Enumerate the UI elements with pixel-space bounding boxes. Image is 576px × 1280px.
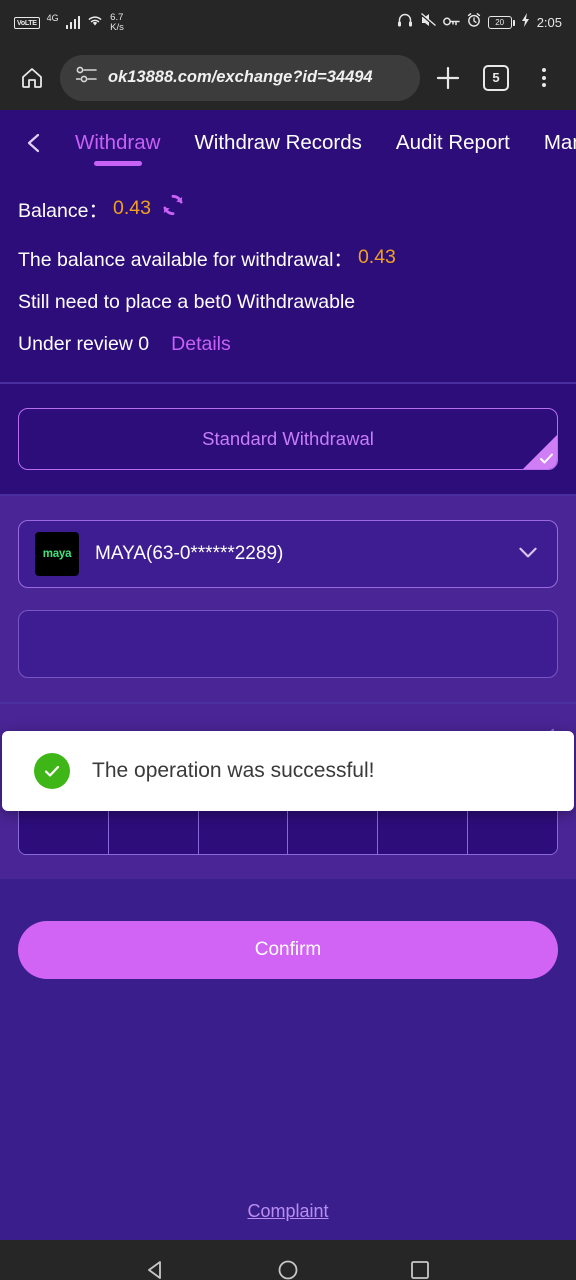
battery-level-label: 20	[487, 16, 512, 29]
available-balance-label: The balance available for withdrawal：	[18, 249, 353, 271]
details-link[interactable]: Details	[171, 333, 231, 356]
data-speed-indicator: 6.7 K/s	[110, 12, 124, 33]
maya-logo-icon: maya	[35, 532, 79, 576]
chevron-down-icon[interactable]	[515, 539, 541, 570]
under-review-label: Under review 0	[18, 333, 150, 355]
available-balance-value: 0.43	[357, 246, 396, 268]
back-chevron-icon[interactable]	[10, 131, 58, 155]
page-tabs: Withdraw Withdraw Records Audit Report M…	[0, 110, 576, 176]
vpn-key-icon	[442, 14, 460, 32]
headphones-icon	[397, 13, 413, 32]
check-icon	[523, 435, 557, 469]
refresh-icon[interactable]	[160, 192, 186, 224]
url-text[interactable]: ok13888.com/exchange?id=34494	[108, 68, 373, 87]
back-triangle-icon[interactable]	[144, 1258, 168, 1280]
tab-count-label: 5	[483, 64, 509, 91]
network-type-label: 4G	[46, 12, 59, 23]
confirm-button[interactable]: Confirm	[18, 921, 558, 979]
balance-row: Balance： 0.43	[18, 192, 558, 224]
tab-audit-report[interactable]: Audit Report	[379, 110, 527, 176]
account-selector[interactable]: maya MAYA(63-0******2289)	[18, 520, 558, 588]
home-icon[interactable]	[12, 58, 52, 98]
volte-badge: VoLTE	[14, 16, 40, 29]
page-content: Withdraw Withdraw Records Audit Report M…	[0, 110, 576, 1240]
plus-icon[interactable]	[428, 58, 468, 98]
tab-counter-button[interactable]: 5	[476, 58, 516, 98]
site-settings-icon[interactable]	[75, 65, 98, 90]
success-check-icon	[34, 753, 70, 789]
wifi-icon	[87, 14, 103, 32]
standard-withdrawal-card[interactable]: Standard Withdrawal	[18, 408, 558, 470]
amount-input-field[interactable]	[18, 610, 558, 678]
success-toast: The operation was successful!	[2, 731, 574, 811]
status-bar-clock: 2:05	[536, 15, 562, 30]
complaint-link[interactable]: Complaint	[247, 1201, 328, 1221]
footer: Complaint	[0, 1201, 576, 1222]
tab-manage[interactable]: Man	[527, 110, 576, 176]
alarm-clock-icon	[467, 13, 481, 32]
account-section: maya MAYA(63-0******2289)	[0, 496, 576, 702]
available-balance-row: The balance available for withdrawal： 0.…	[18, 243, 558, 272]
withdrawal-type-section: Standard Withdrawal	[0, 384, 576, 494]
standard-withdrawal-label: Standard Withdrawal	[202, 428, 374, 449]
tab-withdraw[interactable]: Withdraw	[58, 110, 177, 176]
kebab-menu-icon[interactable]	[524, 58, 564, 98]
balance-value: 0.43	[112, 196, 151, 219]
data-speed-unit: K/s	[110, 21, 124, 33]
battery-icon: 20	[487, 16, 515, 29]
status-bar-left: VoLTE 4G 6.7 K/s	[14, 12, 124, 33]
balance-info-block: Balance： 0.43 The balance available for …	[0, 176, 576, 382]
phone-screen: VoLTE 4G 6.7 K/s 20 2:05 ok13888.com/exc…	[0, 0, 576, 1280]
recents-square-icon[interactable]	[408, 1258, 432, 1280]
tab-withdraw-records[interactable]: Withdraw Records	[177, 110, 378, 176]
home-circle-icon[interactable]	[276, 1258, 300, 1280]
bet-requirement-row: Still need to place a bet0 Withdrawable	[18, 291, 356, 313]
account-label: MAYA(63-0******2289)	[95, 543, 284, 564]
status-bar-right: 20 2:05	[397, 13, 562, 32]
status-bar: VoLTE 4G 6.7 K/s 20 2:05	[0, 0, 576, 45]
toast-message: The operation was successful!	[92, 759, 375, 782]
signal-bars-icon	[65, 16, 81, 29]
url-bar[interactable]: ok13888.com/exchange?id=34494	[60, 54, 420, 101]
balance-label: Balance：	[18, 199, 108, 222]
android-nav-bar	[0, 1240, 576, 1280]
charging-bolt-icon	[521, 13, 530, 32]
under-review-row: Under review 0 Details	[18, 333, 558, 356]
mute-icon	[419, 13, 436, 32]
browser-toolbar: ok13888.com/exchange?id=34494 5	[0, 45, 576, 110]
